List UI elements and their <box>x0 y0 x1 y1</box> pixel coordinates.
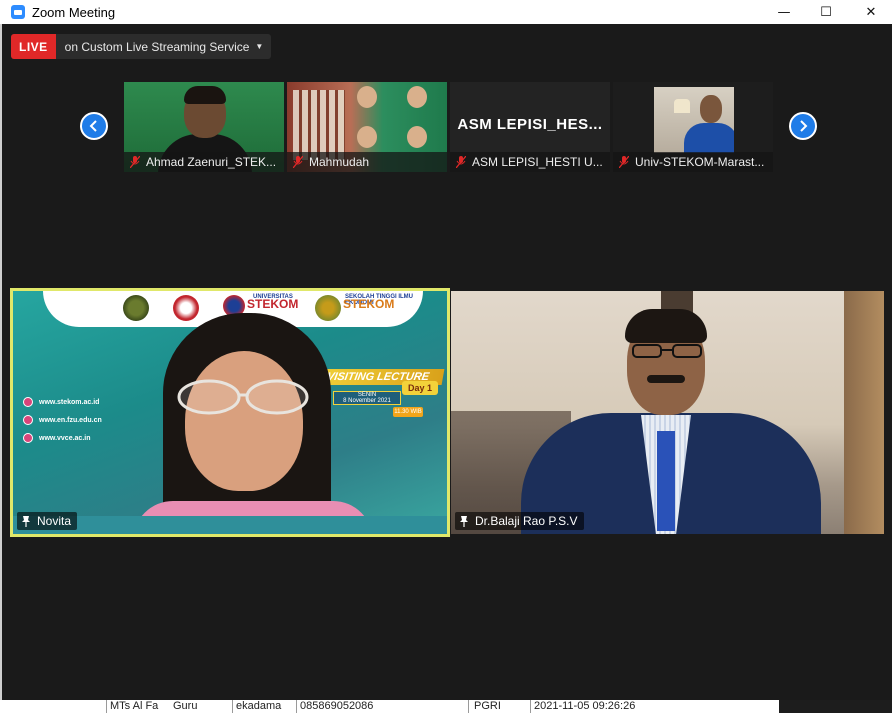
window-titlebar: Zoom Meeting — ☐ ✕ <box>0 0 892 24</box>
dropdown-caret-icon[interactable]: ▼ <box>255 34 271 59</box>
live-badge: LIVE <box>11 34 56 59</box>
participant-name: Ahmad Zaenuri_STEK... <box>146 155 277 169</box>
chevron-left-icon <box>89 120 97 132</box>
chevron-right-icon <box>800 120 808 132</box>
pin-icon <box>22 516 30 527</box>
speaker-video-tile[interactable]: UNIVERSITAS STEKOM SEKOLAH TINGGI ILMU E… <box>10 288 450 537</box>
day-badge: Day 1 <box>402 381 438 395</box>
previous-page-button[interactable] <box>80 112 108 140</box>
muted-mic-icon <box>130 156 140 168</box>
live-stream-indicator[interactable]: LIVE on Custom Live Streaming Service ▼ <box>11 34 272 59</box>
zoom-app-icon <box>11 5 25 19</box>
background-url-list: www.stekom.ac.id www.en.fzu.edu.cn www.v… <box>23 393 102 447</box>
participant-thumbnail[interactable]: Univ-STEKOM-Marast... <box>613 82 773 172</box>
university-logo <box>123 295 149 321</box>
participant-name: Mahmudah <box>309 155 370 169</box>
stie-logo <box>315 295 341 321</box>
muted-mic-icon <box>619 156 629 168</box>
pin-icon <box>460 516 468 527</box>
speaker-name-tag: Dr.Balaji Rao P.S.V <box>455 512 584 530</box>
close-button[interactable]: ✕ <box>848 0 892 24</box>
maximize-button[interactable]: ☐ <box>803 0 849 24</box>
window-title: Zoom Meeting <box>32 4 116 20</box>
live-stream-label: on Custom Live Streaming Service <box>64 39 250 54</box>
university-logo <box>173 295 199 321</box>
glasses-shape <box>177 379 309 415</box>
globe-icon <box>23 397 33 407</box>
participant-thumbnail[interactable]: Ahmad Zaenuri_STEK... <box>124 82 284 172</box>
time-badge: 11.30 WIB <box>393 407 423 417</box>
muted-mic-icon <box>456 156 466 168</box>
speaker-name-tag: Novita <box>17 512 78 530</box>
glasses-shape <box>632 344 702 358</box>
participant-thumbnail[interactable]: ASM LEPISI_HES... ASM LEPISI_HESTI U... <box>450 82 610 172</box>
speaker-video-tile[interactable]: Dr.Balaji Rao P.S.V <box>451 291 884 534</box>
next-page-button[interactable] <box>789 112 817 140</box>
minimize-button[interactable]: — <box>761 0 807 24</box>
background-spreadsheet-row: MTs Al Fa Guru ekadama 085869052086 PGRI… <box>0 700 892 713</box>
participant-name: ASM LEPISI_HESTI U... <box>472 155 603 169</box>
participant-name: Univ-STEKOM-Marast... <box>635 155 765 169</box>
participant-thumbnail[interactable]: Mahmudah <box>287 82 447 172</box>
globe-icon <box>23 415 33 425</box>
participant-display-name: ASM LEPISI_HES... <box>457 116 603 133</box>
globe-icon <box>23 433 33 443</box>
date-badge: SENIN 8 November 2021 <box>333 391 401 405</box>
muted-mic-icon <box>293 156 303 168</box>
